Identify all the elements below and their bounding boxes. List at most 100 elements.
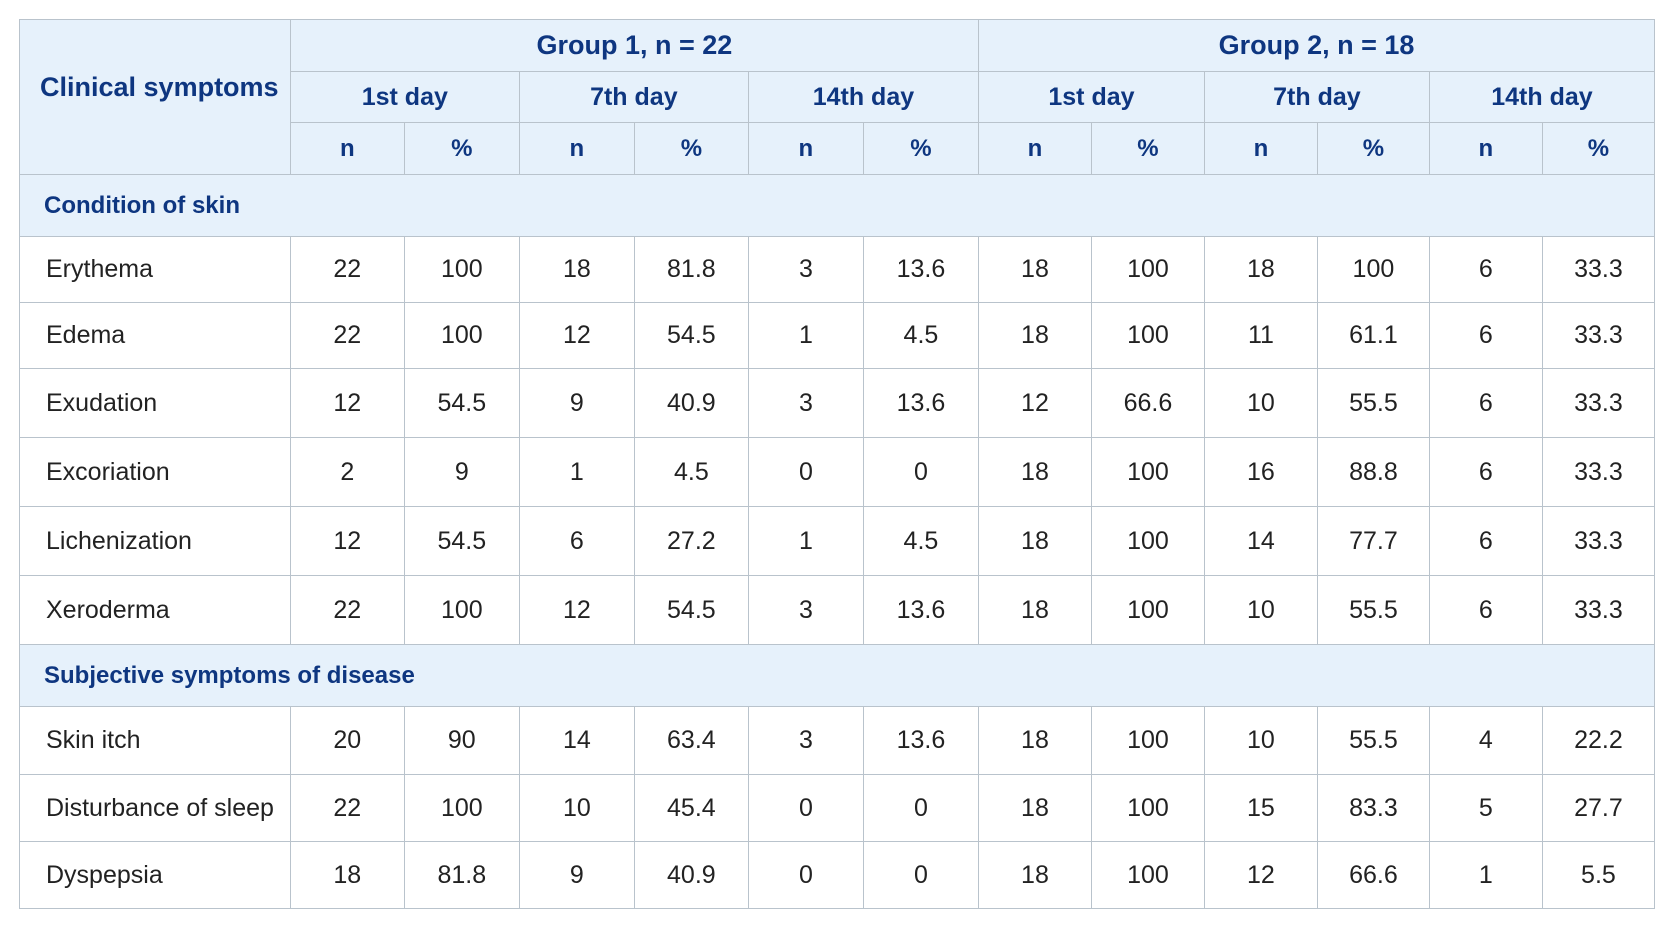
cell-n: 12 bbox=[289, 506, 405, 576]
cell-percent: 55.5 bbox=[1316, 706, 1430, 775]
cell-percent: 100 bbox=[1316, 236, 1430, 303]
cell-n: 6 bbox=[1428, 236, 1543, 303]
cell-percent: 55.5 bbox=[1316, 368, 1430, 438]
symptom-label: Edema bbox=[19, 302, 291, 369]
subcol-header-percent: % bbox=[1541, 122, 1656, 175]
cell-percent: 9 bbox=[403, 437, 520, 507]
cell-n: 11 bbox=[1203, 302, 1318, 369]
cell-percent: 0 bbox=[862, 437, 979, 507]
clinical-symptoms-table: Clinical symptoms Group 1, n = 22 Group … bbox=[19, 19, 1656, 909]
cell-percent: 100 bbox=[1090, 302, 1205, 369]
subcol-header-n: n bbox=[289, 122, 405, 175]
subcol-header-percent: % bbox=[1316, 122, 1430, 175]
cell-percent: 33.3 bbox=[1541, 236, 1656, 303]
cell-percent: 40.9 bbox=[633, 841, 749, 909]
subcol-header-percent: % bbox=[403, 122, 520, 175]
symptom-label: Disturbance of sleep bbox=[19, 774, 291, 842]
cell-percent: 100 bbox=[1090, 774, 1205, 842]
cell-n: 3 bbox=[747, 706, 864, 775]
cell-n: 3 bbox=[747, 575, 864, 645]
cell-n: 2 bbox=[289, 437, 405, 507]
day-header: 1st day bbox=[289, 71, 520, 123]
cell-n: 22 bbox=[289, 575, 405, 645]
cell-percent: 33.3 bbox=[1541, 506, 1656, 576]
group-header: Group 2, n = 18 bbox=[977, 19, 1656, 72]
subcol-header-percent: % bbox=[633, 122, 749, 175]
cell-percent: 0 bbox=[862, 774, 979, 842]
column-header-clinical-symptoms: Clinical symptoms bbox=[19, 19, 291, 175]
cell-percent: 54.5 bbox=[403, 506, 520, 576]
table-row: Dyspepsia 18 81.8 9 40.9 0 0 18 100 12 66.6 1 5.5 bbox=[19, 841, 1656, 909]
cell-n: 12 bbox=[518, 575, 635, 645]
cell-percent: 100 bbox=[1090, 506, 1205, 576]
cell-percent: 33.3 bbox=[1541, 368, 1656, 438]
cell-percent: 54.5 bbox=[633, 302, 749, 369]
cell-percent: 0 bbox=[862, 841, 979, 909]
cell-n: 4 bbox=[1428, 706, 1543, 775]
cell-n: 3 bbox=[747, 368, 864, 438]
cell-n: 22 bbox=[289, 302, 405, 369]
cell-n: 12 bbox=[289, 368, 405, 438]
cell-percent: 100 bbox=[403, 774, 520, 842]
cell-n: 0 bbox=[747, 841, 864, 909]
cell-percent: 61.1 bbox=[1316, 302, 1430, 369]
cell-n: 6 bbox=[1428, 506, 1543, 576]
cell-n: 18 bbox=[977, 575, 1092, 645]
cell-percent: 40.9 bbox=[633, 368, 749, 438]
subcol-header-n: n bbox=[747, 122, 864, 175]
cell-n: 9 bbox=[518, 841, 635, 909]
cell-percent: 100 bbox=[403, 302, 520, 369]
section-title: Subjective symptoms of disease bbox=[19, 644, 1655, 707]
subcol-header-n: n bbox=[977, 122, 1092, 175]
cell-percent: 90 bbox=[403, 706, 520, 775]
section-row: Subjective symptoms of disease bbox=[19, 644, 1655, 707]
symptom-label: Erythema bbox=[19, 236, 291, 303]
cell-n: 10 bbox=[518, 774, 635, 842]
cell-n: 3 bbox=[747, 236, 864, 303]
cell-percent: 100 bbox=[1090, 706, 1205, 775]
cell-n: 6 bbox=[1428, 437, 1543, 507]
cell-n: 18 bbox=[1203, 236, 1318, 303]
cell-n: 1 bbox=[518, 437, 635, 507]
symptom-label: Xeroderma bbox=[19, 575, 291, 645]
day-header: 1st day bbox=[977, 71, 1205, 123]
cell-percent: 33.3 bbox=[1541, 437, 1656, 507]
cell-percent: 63.4 bbox=[633, 706, 749, 775]
cell-n: 6 bbox=[1428, 302, 1543, 369]
cell-percent: 33.3 bbox=[1541, 575, 1656, 645]
cell-percent: 13.6 bbox=[862, 236, 979, 303]
section-row: Condition of skin bbox=[19, 174, 1655, 237]
cell-n: 6 bbox=[1428, 575, 1543, 645]
cell-percent: 33.3 bbox=[1541, 302, 1656, 369]
corner-label: Clinical symptoms bbox=[40, 71, 279, 102]
cell-percent: 100 bbox=[403, 575, 520, 645]
cell-n: 6 bbox=[1428, 368, 1543, 438]
table-row: Exudation 12 54.5 9 40.9 3 13.6 12 66.6 10 55.5 6 33… bbox=[19, 368, 1656, 438]
cell-percent: 66.6 bbox=[1316, 841, 1430, 909]
cell-percent: 100 bbox=[403, 236, 520, 303]
cell-n: 10 bbox=[1203, 368, 1318, 438]
cell-n: 18 bbox=[977, 236, 1092, 303]
cell-n: 18 bbox=[977, 841, 1092, 909]
cell-n: 18 bbox=[977, 302, 1092, 369]
cell-percent: 4.5 bbox=[862, 302, 979, 369]
day-header: 14th day bbox=[747, 71, 979, 123]
cell-n: 18 bbox=[518, 236, 635, 303]
cell-percent: 77.7 bbox=[1316, 506, 1430, 576]
symptom-label: Lichenization bbox=[19, 506, 291, 576]
cell-percent: 54.5 bbox=[633, 575, 749, 645]
cell-n: 1 bbox=[747, 302, 864, 369]
table-header: Clinical symptoms Group 1, n = 22 Group … bbox=[19, 19, 1656, 175]
cell-n: 20 bbox=[289, 706, 405, 775]
cell-n: 15 bbox=[1203, 774, 1318, 842]
cell-percent: 81.8 bbox=[633, 236, 749, 303]
cell-percent: 27.2 bbox=[633, 506, 749, 576]
cell-n: 18 bbox=[977, 774, 1092, 842]
cell-percent: 45.4 bbox=[633, 774, 749, 842]
cell-percent: 4.5 bbox=[633, 437, 749, 507]
cell-percent: 81.8 bbox=[403, 841, 520, 909]
subcol-header-percent: % bbox=[1090, 122, 1205, 175]
cell-percent: 13.6 bbox=[862, 368, 979, 438]
cell-n: 12 bbox=[1203, 841, 1318, 909]
symptom-label: Skin itch bbox=[19, 706, 291, 775]
